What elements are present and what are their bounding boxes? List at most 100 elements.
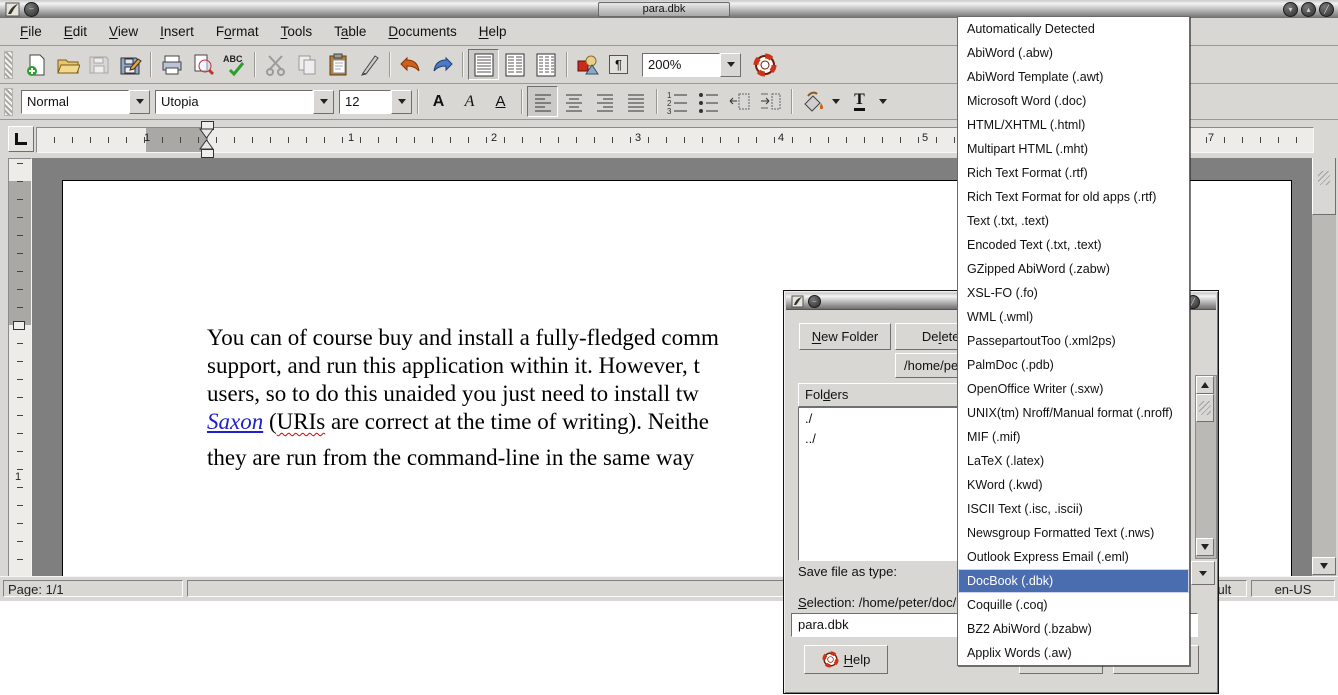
format-option[interactable]: MIF (.mif) xyxy=(958,425,1189,449)
menu-help[interactable]: Help xyxy=(469,20,517,43)
format-option[interactable]: LaTeX (.latex) xyxy=(958,449,1189,473)
scrollbar-thumb[interactable] xyxy=(1196,394,1214,422)
format-option[interactable]: WML (.wml) xyxy=(958,305,1189,329)
indent-hourglass-marker[interactable] xyxy=(199,128,214,150)
format-option[interactable]: Microsoft Word (.doc) xyxy=(958,89,1189,113)
menu-table[interactable]: Table xyxy=(324,20,376,43)
undo-button[interactable] xyxy=(395,49,426,80)
format-option[interactable]: Newsgroup Formatted Text (.nws) xyxy=(958,521,1189,545)
scrollbar-thumb[interactable] xyxy=(1312,158,1336,215)
language-indicator[interactable]: en-US xyxy=(1251,580,1335,597)
format-option[interactable]: BZ2 AbiWord (.bzabw) xyxy=(958,617,1189,641)
format-option[interactable]: Automatically Detected xyxy=(958,17,1189,41)
format-option[interactable]: OpenOffice Writer (.sxw) xyxy=(958,377,1189,401)
style-value[interactable]: Normal xyxy=(21,90,129,114)
bold-button[interactable]: A xyxy=(423,86,454,117)
highlight-color-dropdown[interactable] xyxy=(828,86,844,117)
top-margin-marker[interactable] xyxy=(13,321,25,330)
underline-button[interactable]: A xyxy=(485,86,516,117)
folders-list-header[interactable]: Folders xyxy=(798,383,960,407)
file-type-dropdown-button[interactable] xyxy=(1191,561,1215,585)
show-formatting-marks-button[interactable]: ¶ xyxy=(603,49,634,80)
format-option[interactable]: AbiWord (.abw) xyxy=(958,41,1189,65)
style-dropdown-button[interactable] xyxy=(129,90,150,114)
align-center-button[interactable] xyxy=(558,86,589,117)
format-option[interactable]: Coquille (.coq) xyxy=(958,593,1189,617)
align-justify-button[interactable] xyxy=(620,86,651,117)
align-right-button[interactable] xyxy=(589,86,620,117)
misspelled-word[interactable]: URIs xyxy=(277,409,326,434)
highlight-color-button[interactable] xyxy=(797,86,828,117)
menu-format[interactable]: Format xyxy=(206,20,269,43)
new-folder-button[interactable]: New Folder xyxy=(799,323,891,350)
view-normal-button[interactable] xyxy=(468,49,499,80)
document-text-line[interactable]: users, so to do this unaided you just ne… xyxy=(207,381,699,407)
zoom-dropdown-button[interactable] xyxy=(720,53,741,77)
new-document-button[interactable] xyxy=(21,49,52,80)
view-two-column-button[interactable] xyxy=(499,49,530,80)
view-three-column-button[interactable] xyxy=(530,49,561,80)
format-option[interactable]: AbiWord Template (.awt) xyxy=(958,65,1189,89)
font-color-button[interactable]: T xyxy=(844,86,875,117)
format-option[interactable]: Rich Text Format (.rtf) xyxy=(958,161,1189,185)
toolbar-grip[interactable] xyxy=(4,51,13,79)
format-option[interactable]: UNIX(tm) Nroff/Manual format (.nroff) xyxy=(958,401,1189,425)
save-button-disabled[interactable] xyxy=(83,49,114,80)
document-text-line[interactable]: they are run from the command-line in th… xyxy=(207,445,694,471)
spellcheck-button[interactable]: ABC xyxy=(218,49,249,80)
maximize-button[interactable]: ▴ xyxy=(1301,2,1316,17)
vertical-ruler[interactable]: 1 xyxy=(8,158,32,576)
tab-stop-selector[interactable] xyxy=(8,126,34,152)
document-text-line[interactable]: You can of course buy and install a full… xyxy=(207,325,719,351)
format-option[interactable]: DocBook (.dbk) xyxy=(958,569,1189,593)
main-vertical-scrollbar[interactable] xyxy=(1312,158,1336,576)
format-option[interactable]: XSL-FO (.fo) xyxy=(958,281,1189,305)
window-menu-icon[interactable]: – xyxy=(808,295,821,308)
cut-button-disabled[interactable] xyxy=(260,49,291,80)
toolbar-grip[interactable] xyxy=(4,88,13,116)
scroll-up-button[interactable] xyxy=(1196,376,1214,394)
bullet-list-button[interactable] xyxy=(693,86,724,117)
redo-button[interactable] xyxy=(426,49,457,80)
format-option[interactable]: KWord (.kwd) xyxy=(958,473,1189,497)
files-list-scrollbar[interactable] xyxy=(1195,375,1217,559)
window-menu-icon[interactable]: – xyxy=(24,2,39,17)
menu-view[interactable]: View xyxy=(99,20,148,43)
save-as-button[interactable] xyxy=(114,49,145,80)
font-color-dropdown[interactable] xyxy=(875,86,891,117)
italic-button[interactable]: A xyxy=(454,86,485,117)
shade-button[interactable]: ▾ xyxy=(1283,2,1298,17)
align-left-button[interactable] xyxy=(527,86,558,117)
folder-item[interactable]: ./ xyxy=(799,408,959,428)
menu-edit[interactable]: Edit xyxy=(54,20,97,43)
document-text-line[interactable]: Saxon (URIs are correct at the time of w… xyxy=(207,409,709,435)
print-preview-button[interactable] xyxy=(187,49,218,80)
insert-graphic-button[interactable] xyxy=(572,49,603,80)
close-button[interactable]: ╱ xyxy=(1319,2,1334,17)
document-text-line[interactable]: support, and run this application within… xyxy=(207,353,700,379)
increase-indent-button[interactable] xyxy=(755,86,786,117)
font-value[interactable]: Utopia xyxy=(155,90,313,114)
font-size-value[interactable]: 12 xyxy=(339,90,391,114)
menu-file[interactable]: File xyxy=(10,20,52,43)
format-option[interactable]: GZipped AbiWord (.zabw) xyxy=(958,257,1189,281)
dialog-help-button[interactable]: Help xyxy=(804,645,888,674)
copy-button-disabled[interactable] xyxy=(291,49,322,80)
format-option[interactable]: Applix Words (.aw) xyxy=(958,641,1189,665)
folder-item[interactable]: ../ xyxy=(799,428,959,448)
format-option[interactable]: Outlook Express Email (.eml) xyxy=(958,545,1189,569)
scroll-down-button[interactable] xyxy=(1312,557,1336,575)
left-indent-marker[interactable] xyxy=(201,149,214,158)
format-option[interactable]: Encoded Text (.txt, .text) xyxy=(958,233,1189,257)
format-option[interactable]: ISCII Text (.isc, .iscii) xyxy=(958,497,1189,521)
format-painter-button[interactable] xyxy=(353,49,384,80)
format-option[interactable]: Text (.txt, .text) xyxy=(958,209,1189,233)
format-option[interactable]: PassepartoutToo (.xml2ps) xyxy=(958,329,1189,353)
print-button[interactable] xyxy=(156,49,187,80)
format-option[interactable]: HTML/XHTML (.html) xyxy=(958,113,1189,137)
scroll-down-button[interactable] xyxy=(1196,538,1214,556)
decrease-indent-button[interactable] xyxy=(724,86,755,117)
format-option[interactable]: PalmDoc (.pdb) xyxy=(958,353,1189,377)
font-dropdown-button[interactable] xyxy=(313,90,334,114)
numbered-list-button[interactable]: 123 xyxy=(662,86,693,117)
